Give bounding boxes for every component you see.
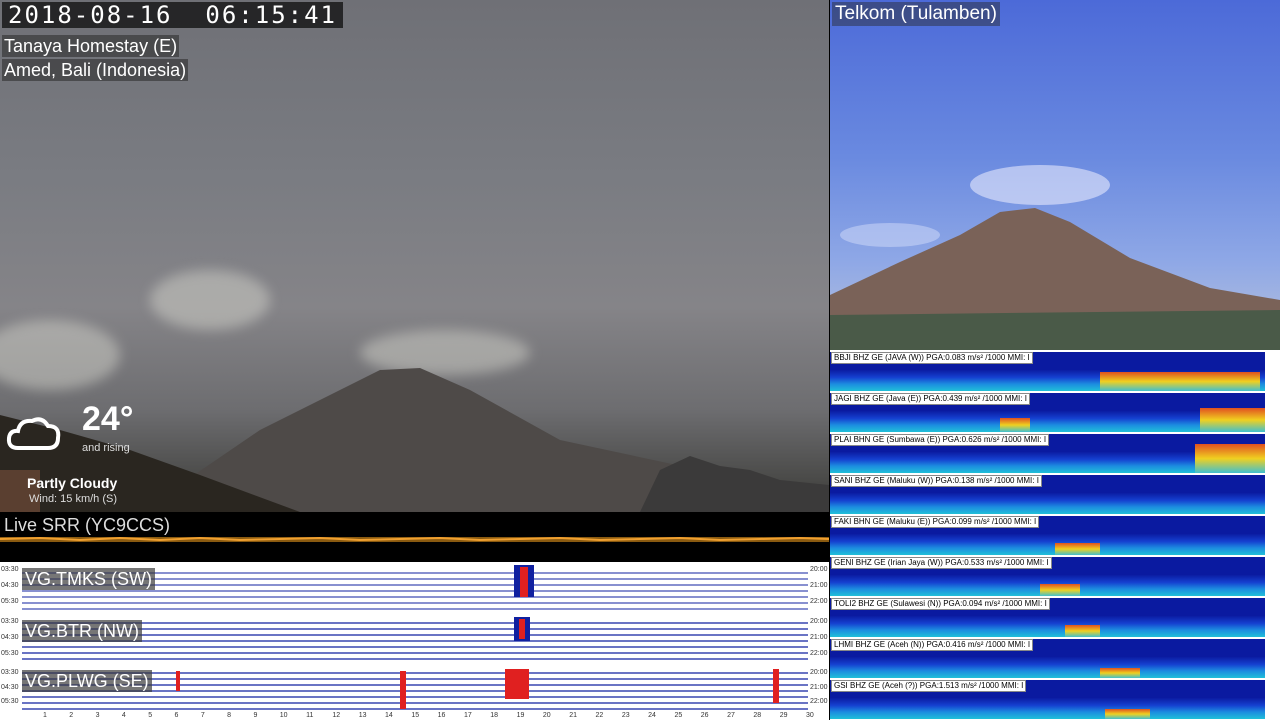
time-tick: 20:00 xyxy=(810,669,828,676)
volcano-landscape xyxy=(830,165,1280,350)
time-tick: 20:00 xyxy=(810,618,828,625)
location-line-2: Amed, Bali (Indonesia) xyxy=(2,59,189,81)
x-axis-tick: 20 xyxy=(542,712,551,719)
x-axis-tick: 6 xyxy=(174,712,179,719)
time-tick: 04:30 xyxy=(1,582,19,589)
time-tick: 22:00 xyxy=(810,698,828,705)
x-axis-tick: 5 xyxy=(148,712,153,719)
right-camera-view xyxy=(830,0,1280,350)
x-axis-tick: 7 xyxy=(200,712,205,719)
x-axis-tick: 21 xyxy=(569,712,577,719)
spectrogram-label: BBJI BHZ GE (JAVA (W)) PGA:0.083 m/s² /1… xyxy=(831,352,1033,364)
time-tick: 05:30 xyxy=(1,598,19,605)
x-axis-tick: 18 xyxy=(490,712,499,719)
srr-label: Live SRR (YC9CCS) xyxy=(4,515,171,535)
x-axis-tick: 30 xyxy=(806,712,814,719)
spectrogram-label: JAGI BHZ GE (Java (E)) PGA:0.439 m/s² /1… xyxy=(831,393,1030,405)
time-tick: 20:00 xyxy=(810,566,828,573)
station-label-plwg: VG.PLWG (SE) xyxy=(22,670,152,692)
x-axis-tick: 3 xyxy=(95,712,100,719)
x-axis-tick: 29 xyxy=(779,712,788,719)
spectrogram-event xyxy=(1000,417,1030,432)
time-tick: 21:00 xyxy=(810,634,828,641)
weather-condition: Partly Cloudy xyxy=(27,475,118,491)
spectrogram-label: PLAI BHN GE (Sumbawa (E)) PGA:0.626 m/s²… xyxy=(831,434,1050,446)
x-axis-tick: 27 xyxy=(727,712,735,719)
spectrogram-event xyxy=(1200,408,1265,432)
x-axis-tick: 16 xyxy=(437,712,446,719)
x-axis-tick: 11 xyxy=(306,712,314,719)
x-axis-tick: 19 xyxy=(516,712,525,719)
spectrogram-label: TOLI2 BHZ GE (Sulawesi (N)) PGA:0.094 m/… xyxy=(831,598,1050,610)
time-tick: 05:30 xyxy=(1,650,19,657)
spectrogram-label: GENI BHZ GE (Irian Jaya (W)) PGA:0.533 m… xyxy=(831,557,1052,569)
wind-info: Wind: 15 km/h (S) xyxy=(29,493,118,505)
x-axis-tick: 26 xyxy=(700,712,709,719)
spectrogram-label: SANI BHZ GE (Maluku (W)) PGA:0.138 m/s² … xyxy=(831,475,1042,487)
spectrogram-label: GSI BHZ GE (Aceh (?)) PGA:1.513 m/s² /10… xyxy=(831,680,1027,692)
station-label-btr: VG.BTR (NW) xyxy=(22,620,142,642)
x-axis-tick: 12 xyxy=(332,712,341,719)
x-axis-tick: 17 xyxy=(463,712,472,719)
time-tick: 22:00 xyxy=(810,650,828,657)
time-tick: 03:30 xyxy=(1,669,19,676)
spectrogram-event xyxy=(1195,444,1265,473)
x-axis-tick: 4 xyxy=(121,712,126,719)
partly-cloudy-icon xyxy=(6,417,61,450)
time-tick: 21:00 xyxy=(810,684,828,691)
spectrogram-event xyxy=(1100,371,1260,391)
x-axis-tick: 1 xyxy=(43,712,47,719)
time-tick: 04:30 xyxy=(1,684,19,691)
station-label-tmks: VG.TMKS (SW) xyxy=(22,568,155,590)
x-axis-tick: 2 xyxy=(69,712,74,719)
x-axis-tick: 8 xyxy=(227,712,232,719)
x-axis-tick: 13 xyxy=(358,712,367,719)
spectrogram-event xyxy=(1065,625,1100,637)
temperature: 24° xyxy=(82,400,134,438)
time-tick: 03:30 xyxy=(1,618,19,625)
time-tick: 21:00 xyxy=(810,582,828,589)
x-axis-tick: 10 xyxy=(279,712,288,719)
spectrogram-event xyxy=(1040,584,1080,596)
timestamp-display: 2018-08-16 06:15:41 xyxy=(2,2,343,28)
x-axis-tick: 28 xyxy=(753,712,762,719)
x-axis-tick: 9 xyxy=(253,712,258,719)
time-tick: 03:30 xyxy=(1,566,19,573)
time-tick: 04:30 xyxy=(1,634,19,641)
spectrogram-label: LHMI BHZ GE (Aceh (N)) PGA:0.416 m/s² /1… xyxy=(831,639,1034,651)
x-axis-tick: 15 xyxy=(411,712,420,719)
x-axis-tick: 22 xyxy=(595,712,604,719)
temperature-trend: and rising xyxy=(82,442,130,454)
right-camera-label: Telkom (Tulamben) xyxy=(832,2,1000,26)
time-tick: 05:30 xyxy=(1,698,19,705)
x-axis-tick: 24 xyxy=(648,712,656,719)
x-axis-tick: 25 xyxy=(674,712,683,719)
x-axis-tick: 23 xyxy=(621,712,630,719)
spectrogram-event xyxy=(1100,668,1140,678)
x-axis-tick: 14 xyxy=(385,712,393,719)
location-line-1: Tanaya Homestay (E) xyxy=(2,35,180,57)
time-tick: 22:00 xyxy=(810,598,828,605)
spectrogram-label: FAKI BHN GE (Maluku (E)) PGA:0.099 m/s² … xyxy=(831,516,1040,528)
spectrogram-event xyxy=(1105,709,1150,719)
spectrogram-event xyxy=(1055,543,1100,555)
